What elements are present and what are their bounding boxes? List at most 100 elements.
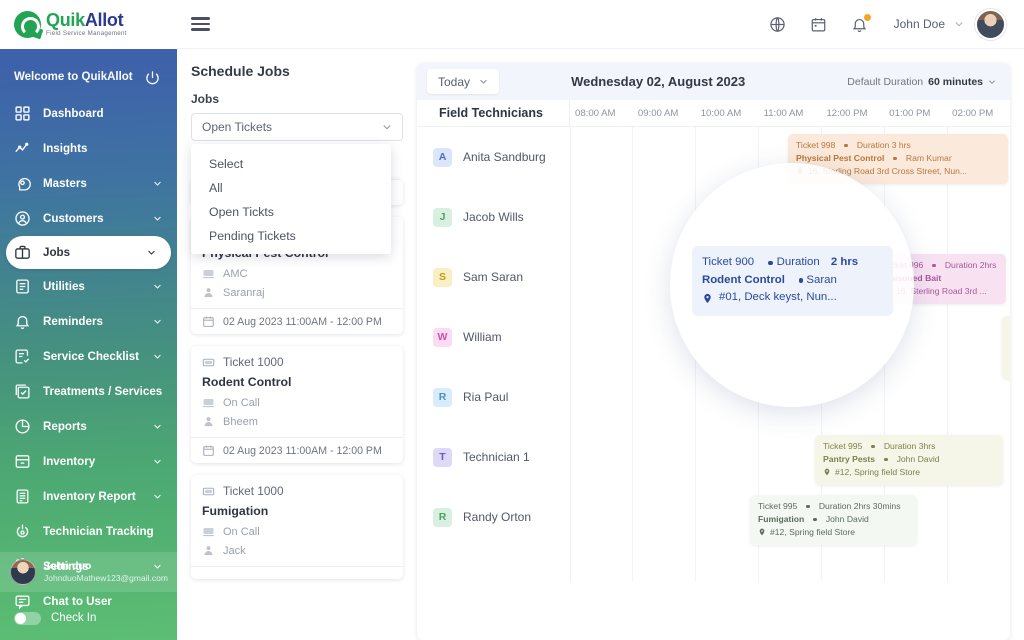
technician-name: Anita Sandburg (463, 150, 546, 164)
magnified-schedule-event[interactable]: Ticket 900Duration 2 hrs Rodent ControlS… (692, 246, 893, 316)
technician-row[interactable]: A Anita Sandburg Ticket 998 Duration 3 hr… (417, 127, 1010, 187)
default-duration-selector[interactable]: Default Duration 60 minutes (847, 76, 996, 88)
chevron-down-icon (147, 248, 156, 257)
sidebar-item-label: Utilities (43, 280, 141, 293)
event-duration: Duration 2hrs (945, 259, 997, 272)
globe-icon[interactable] (769, 16, 786, 33)
avatar (10, 559, 36, 585)
topbar: John Doe (177, 0, 1024, 49)
job-card-type: On Call (223, 526, 260, 538)
job-card-title: Rodent Control (202, 375, 392, 389)
technician-name: Jacob Wills (463, 210, 524, 224)
bullet-icon (844, 144, 848, 148)
sidebar-nav: Dashboard Insights Masters Customers Job… (0, 96, 177, 619)
profile-email: JohnduoMathew123@gmail.com (44, 573, 168, 584)
time-slot: 02:00 PM (947, 100, 1010, 126)
logo-word-1: Quik (46, 10, 85, 30)
sidebar-item-service-checklist[interactable]: Service Checklist (0, 339, 177, 374)
chevron-down-icon (153, 422, 162, 431)
bullet-icon (884, 458, 888, 462)
avatar-initial: A (439, 151, 447, 163)
sidebar-item-insights[interactable]: Insights (0, 131, 177, 166)
chevron-down-icon[interactable] (954, 19, 964, 29)
dropdown-option-all[interactable]: All (191, 176, 391, 200)
sidebar-item-label: Inventory Report (43, 490, 141, 503)
sidebar-item-reports[interactable]: Reports (0, 409, 177, 444)
briefcase-icon (14, 244, 31, 261)
technician-name: Randy Orton (463, 510, 531, 524)
event-duration: Duration 3 hrs (857, 139, 911, 152)
avatar-initial: S (439, 271, 446, 283)
dropdown-option-open-tickets[interactable]: Open Tickts (191, 200, 391, 224)
sidebar-item-label: Jobs (43, 246, 135, 259)
topbar-user-name: John Doe (894, 17, 945, 31)
avatar: J (433, 208, 452, 227)
job-card-person: Bheem (223, 416, 258, 428)
avatar: W (433, 328, 452, 347)
sidebar-item-technician-tracking[interactable]: Technician Tracking (0, 514, 177, 549)
event-title: Rodent Control (702, 272, 785, 290)
job-card-datetime: 02 Aug 2023 11:00AM - 12:00 PM (223, 445, 382, 457)
jobs-panel: Schedule Jobs Jobs Open Tickets 02 Aug 2… (191, 63, 403, 640)
sidebar-item-reminders[interactable]: Reminders (0, 304, 177, 339)
sidebar-item-jobs[interactable]: Jobs (6, 236, 171, 269)
bullet-icon (932, 264, 936, 268)
job-card-ticket: Ticket 1000 (223, 484, 284, 498)
jobs-filter-select[interactable]: Open Tickets (191, 113, 403, 141)
sidebar-item-treatments-services[interactable]: Treatments / Services (0, 374, 177, 409)
logo-tagline: Field Service Management (46, 31, 127, 37)
job-card[interactable]: Ticket 1000 Rodent Control On Call Bheem (191, 346, 403, 463)
job-card[interactable]: Ticket 1000 Fumigation On Call Jack (191, 475, 403, 579)
sidebar-item-dashboard[interactable]: Dashboard (0, 96, 177, 131)
sidebar-item-customers[interactable]: Customers (0, 201, 177, 236)
app-logo[interactable]: QuikAllot Field Service Management (0, 0, 177, 49)
notification-badge (864, 14, 871, 21)
technician-row[interactable]: T Technician 1 Ticket 995Duration 3hrs P… (417, 427, 1010, 487)
technician-name: Sam Saran (463, 270, 523, 284)
sidebar-item-inventory-report[interactable]: Inventory Report (0, 479, 177, 514)
service-type-icon (202, 396, 215, 409)
schedule-event[interactable]: Ticket 995Duration 2hrs 30mins Fumigatio… (750, 495, 917, 545)
notifications-button[interactable] (851, 16, 868, 33)
avatar: R (433, 508, 452, 527)
power-icon[interactable] (145, 70, 160, 85)
main-area: John Doe Schedule Jobs Jobs Open Tickets (177, 0, 1024, 640)
event-duration: Duration (777, 254, 820, 272)
dropdown-option-pending-tickets[interactable]: Pending Tickets (191, 224, 391, 248)
time-slot: 09:00 AM (633, 100, 696, 126)
time-slot: 01:00 PM (884, 100, 947, 126)
sidebar-profile[interactable]: John duo JohnduoMathew123@gmail.com (0, 552, 177, 592)
sidebar-item-utilities[interactable]: Utilities (0, 269, 177, 304)
chevron-down-icon (153, 282, 162, 291)
avatar[interactable] (975, 9, 1006, 40)
hamburger-icon[interactable] (191, 17, 210, 31)
dropdown-option-select[interactable]: Select (191, 152, 391, 176)
schedule-event[interactable]: Ticket 995Duration 3hrs Pantry PestsJohn… (815, 435, 1003, 485)
sidebar-item-label: Customers (43, 212, 141, 225)
chevron-down-icon (153, 317, 162, 326)
technician-name: Ria Paul (463, 390, 508, 404)
job-card-datetime: 02 Aug 2023 11:00AM - 12:00 PM (223, 316, 382, 328)
welcome-text: Welcome to QuikAllot (14, 71, 133, 83)
tracking-icon (14, 523, 31, 540)
event-ticket: Ticket 998 (796, 139, 835, 152)
sidebar-item-masters[interactable]: Masters (0, 166, 177, 201)
service-type-icon (202, 267, 215, 280)
bullet-icon (893, 157, 897, 161)
check-in-row[interactable]: Check In (0, 596, 177, 640)
technician-name: William (463, 330, 502, 344)
check-in-toggle[interactable] (14, 612, 41, 625)
sidebar-item-inventory[interactable]: Inventory (0, 444, 177, 479)
event-title: Fumigation (758, 513, 804, 526)
jobs-filter-value: Open Tickets (202, 120, 382, 134)
event-location: #12, Spring field Store (835, 466, 920, 479)
technician-row[interactable]: R Randy Orton Ticket 995Duration 2hrs 30… (417, 487, 1010, 547)
sidebar-item-label: Reports (43, 420, 141, 433)
chevron-down-icon (988, 78, 996, 86)
jobs-filter-dropdown[interactable]: Select All Open Tickts Pending Tickets (191, 144, 391, 254)
event-duration-value: 2 hrs (831, 254, 858, 272)
calendar-icon[interactable] (810, 16, 827, 33)
location-pin-icon (758, 528, 766, 536)
time-slot: 11:00 AM (759, 100, 822, 126)
sidebar-item-label: Insights (43, 142, 162, 155)
